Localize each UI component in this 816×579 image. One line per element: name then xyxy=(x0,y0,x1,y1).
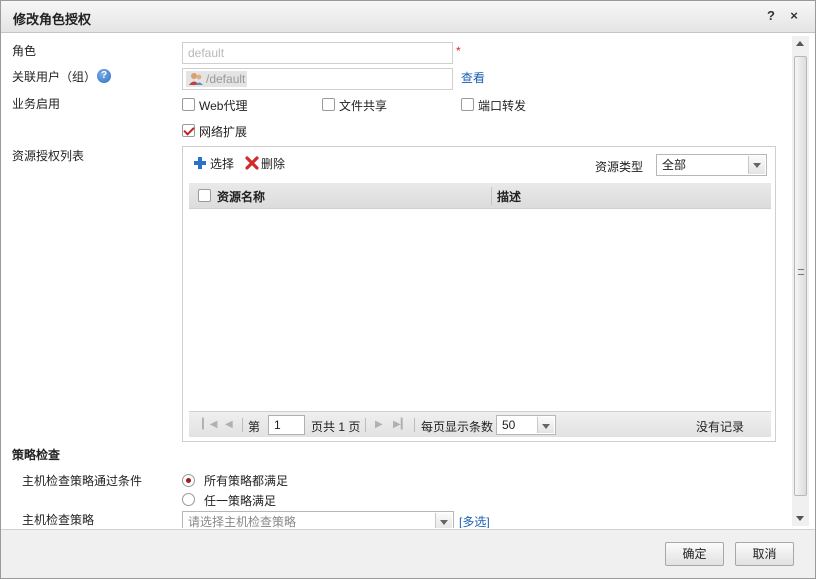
per-page-value: 50 xyxy=(502,418,516,432)
chevron-down-icon xyxy=(748,156,765,174)
resource-type-select[interactable]: 全部 xyxy=(656,154,767,176)
any-policy-radio[interactable] xyxy=(182,493,195,506)
column-divider xyxy=(491,187,492,205)
role-input[interactable]: default xyxy=(182,42,453,64)
dialog-title: 修改角色授权 xyxy=(13,12,92,27)
web-proxy-label: Web代理 xyxy=(199,99,248,113)
resource-list-label: 资源授权列表 xyxy=(12,149,85,163)
page-prefix: 第 xyxy=(248,420,261,434)
pager-separator xyxy=(242,418,243,432)
help-button[interactable]: ? xyxy=(763,8,779,24)
linked-users-label: 关联用户（组） xyxy=(12,70,97,84)
network-extension-checkbox[interactable] xyxy=(182,124,195,137)
role-label: 角色 xyxy=(12,44,37,58)
prev-page-icon[interactable]: ◀ xyxy=(225,419,233,430)
linked-user-value: /default xyxy=(206,72,246,86)
next-page-icon[interactable]: ▶ xyxy=(375,419,383,430)
column-description[interactable]: 描述 xyxy=(497,188,521,205)
dialog-titlebar: 修改角色授权 ? × xyxy=(1,1,815,33)
delete-icon xyxy=(245,156,259,170)
host-policy-placeholder: 请选择主机检查策略 xyxy=(188,515,297,528)
pager-separator xyxy=(365,418,366,432)
first-page-icon[interactable]: ▎◀ xyxy=(202,419,217,430)
policy-section-title: 策略检查 xyxy=(12,448,61,462)
column-resource-name[interactable]: 资源名称 xyxy=(217,188,265,205)
cancel-button[interactable]: 取消 xyxy=(735,542,794,566)
pass-condition-label: 主机检查策略通过条件 xyxy=(22,474,143,488)
network-extension-label: 网络扩展 xyxy=(199,125,248,139)
per-page-label: 每页显示条数 xyxy=(421,420,494,434)
resource-type-value: 全部 xyxy=(662,158,687,172)
multi-select-link[interactable]: [多选] xyxy=(459,513,490,528)
linked-user-tag: /default xyxy=(186,71,248,87)
resource-grid-header: 资源名称 描述 xyxy=(189,183,771,209)
select-all-checkbox[interactable] xyxy=(198,189,211,202)
grip-icon xyxy=(798,269,804,275)
chevron-down-icon xyxy=(537,417,554,433)
web-proxy-checkbox[interactable] xyxy=(182,98,195,111)
close-button[interactable]: × xyxy=(786,8,802,24)
port-forward-label: 端口转发 xyxy=(478,99,527,113)
required-mark: * xyxy=(456,44,461,58)
scroll-up-icon[interactable] xyxy=(796,41,804,46)
linked-users-field[interactable]: /default xyxy=(182,68,453,90)
resource-panel: 选择 删除 资源类型 全部 资源名称 描述 ▎◀ ◀ 第 1 页共 1 页 ▶ … xyxy=(182,146,776,442)
view-link[interactable]: 查看 xyxy=(461,69,485,86)
vertical-scrollbar[interactable] xyxy=(792,36,809,526)
help-icon[interactable]: ? xyxy=(97,69,111,83)
add-icon xyxy=(194,157,206,169)
ok-button[interactable]: 确定 xyxy=(665,542,724,566)
delete-resource-label: 删除 xyxy=(261,157,286,171)
any-policy-label: 任一策略满足 xyxy=(204,494,277,508)
last-page-icon[interactable]: ▶▎ xyxy=(393,419,408,430)
business-label: 业务启用 xyxy=(12,97,61,111)
user-group-icon xyxy=(189,73,203,85)
chevron-down-icon xyxy=(435,513,452,528)
host-policy-select[interactable]: 请选择主机检查策略 xyxy=(182,511,454,528)
all-policies-label: 所有策略都满足 xyxy=(204,474,289,488)
all-policies-radio[interactable] xyxy=(182,474,195,487)
file-share-label: 文件共享 xyxy=(339,99,388,113)
host-policy-label: 主机检查策略 xyxy=(22,513,95,527)
file-share-checkbox[interactable] xyxy=(322,98,335,111)
dialog-footer: 确定 取消 xyxy=(1,529,815,578)
edit-role-authorization-dialog: 修改角色授权 ? × 角色 default * 关联用户（组） ? /defau… xyxy=(0,0,816,579)
scroll-down-icon[interactable] xyxy=(796,516,804,521)
dialog-content: 角色 default * 关联用户（组） ? /default 查看 业务启用 … xyxy=(1,34,815,528)
pagination-bar: ▎◀ ◀ 第 1 页共 1 页 ▶ ▶▎ 每页显示条数 50 没有记录 xyxy=(189,411,771,437)
empty-records-text: 没有记录 xyxy=(696,420,745,434)
page-suffix: 页共 1 页 xyxy=(311,420,361,434)
port-forward-checkbox[interactable] xyxy=(461,98,474,111)
resource-grid-body xyxy=(189,209,771,411)
scroll-thumb[interactable] xyxy=(794,56,807,496)
resource-type-label: 资源类型 xyxy=(595,160,644,174)
select-resource-label: 选择 xyxy=(210,157,235,171)
per-page-select[interactable]: 50 xyxy=(496,415,556,435)
pager-separator xyxy=(414,418,415,432)
page-number-input[interactable]: 1 xyxy=(268,415,305,435)
